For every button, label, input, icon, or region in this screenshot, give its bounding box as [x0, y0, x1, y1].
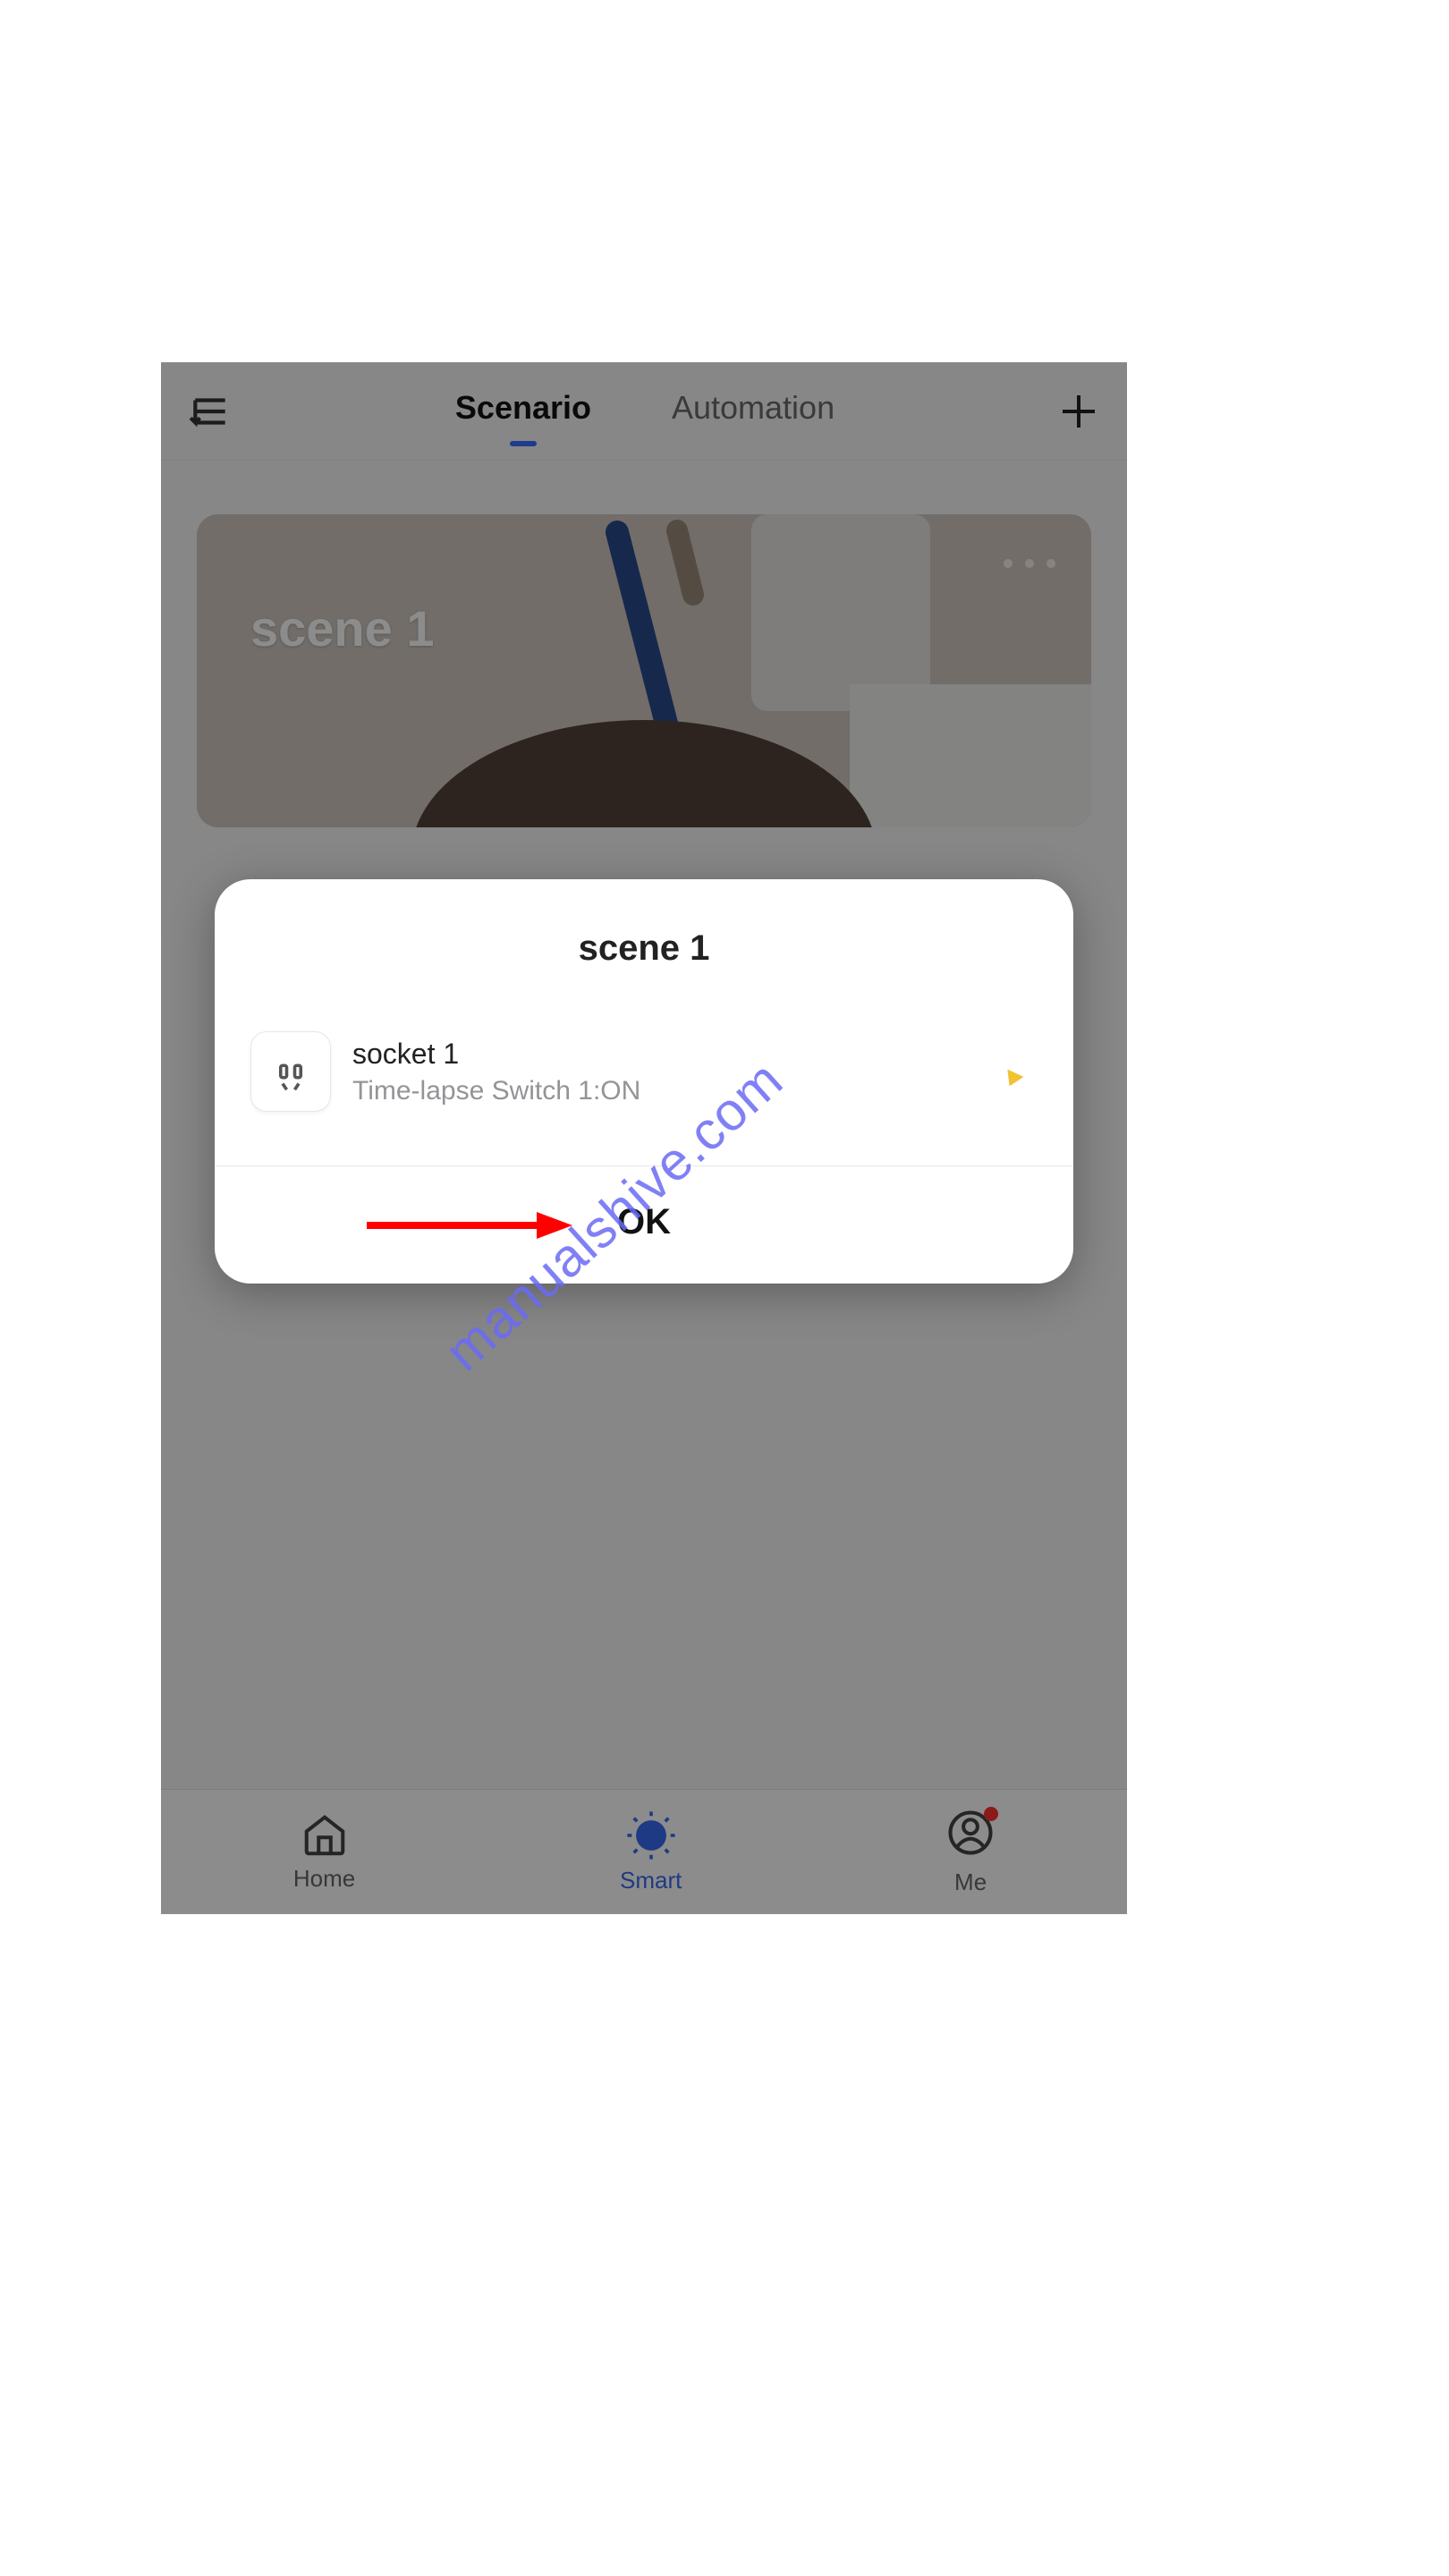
- ok-label: OK: [617, 1202, 671, 1241]
- phone-frame: Scenario Automation scene 1: [161, 362, 1127, 1914]
- device-subtitle: Time-lapse Switch 1:ON: [352, 1076, 640, 1106]
- scene-modal: scene 1 socket 1 Time-lapse Switch 1:ON …: [215, 879, 1073, 1284]
- device-name: socket 1: [352, 1038, 640, 1071]
- device-text: socket 1 Time-lapse Switch 1:ON: [352, 1038, 640, 1106]
- ok-button[interactable]: OK: [215, 1165, 1073, 1284]
- modal-title: scene 1: [215, 879, 1073, 1004]
- device-row[interactable]: socket 1 Time-lapse Switch 1:ON: [215, 1004, 1073, 1165]
- arrow-annotation-icon: [367, 1212, 572, 1239]
- socket-icon: [250, 1031, 331, 1112]
